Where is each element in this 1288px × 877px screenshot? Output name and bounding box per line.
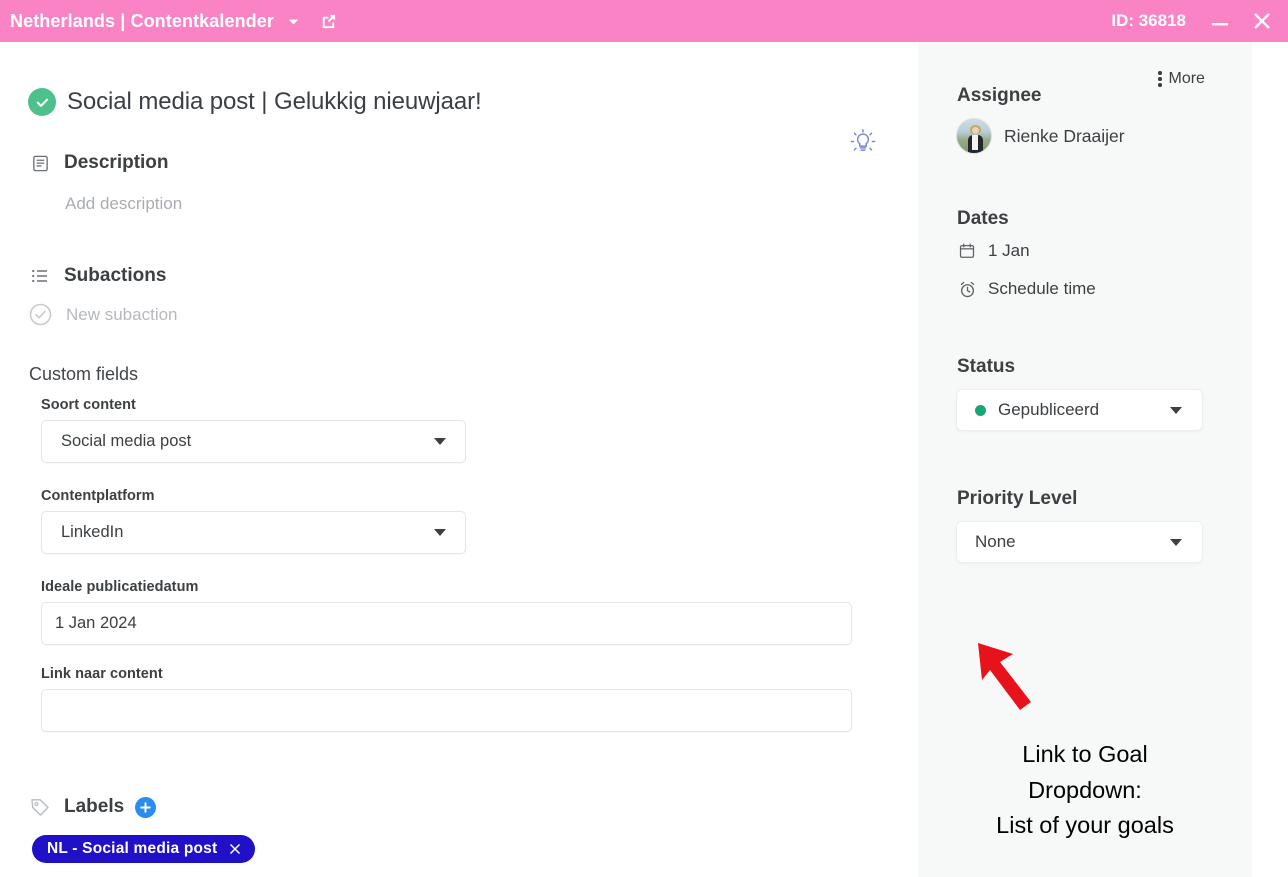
soort-content-select[interactable]: Social media post xyxy=(41,420,466,463)
assignee-row[interactable]: Rienke Draaijer xyxy=(956,118,1125,154)
annotation-line-2: Dropdown: xyxy=(1028,776,1142,803)
task-id-label: ID: 36818 xyxy=(1111,11,1186,30)
more-button[interactable]: More xyxy=(1158,70,1205,88)
external-link-icon[interactable] xyxy=(319,12,338,31)
assignee-name: Rienke Draaijer xyxy=(1004,125,1125,146)
description-icon xyxy=(29,152,51,174)
description-heading: Description xyxy=(64,152,169,173)
status-dot-icon xyxy=(975,404,986,416)
sidebar-right-gutter xyxy=(1252,42,1288,877)
chevron-down-icon[interactable] xyxy=(286,14,301,29)
red-arrow-icon xyxy=(973,640,1065,731)
caret-down-icon xyxy=(434,438,446,445)
close-icon[interactable] xyxy=(228,842,242,856)
annotation-line-1: Link to Goal xyxy=(1022,741,1148,767)
field-label: Link naar content xyxy=(41,666,163,682)
subactions-heading: Subactions xyxy=(64,265,167,286)
caret-down-icon xyxy=(1170,538,1182,546)
subactions-section-header: Subactions xyxy=(29,265,166,287)
dates-heading: Dates xyxy=(957,208,1009,229)
select-value: Social media post xyxy=(61,432,192,450)
task-detail-window: Netherlands | Contentkalender ID: 36818 xyxy=(0,0,1288,877)
plus-circle-icon[interactable] xyxy=(135,796,157,818)
window-body: Social media post | Gelukkig nieuwjaar! xyxy=(0,42,1288,877)
vertical-scrollbar[interactable] xyxy=(903,42,905,877)
priority-select[interactable]: None xyxy=(956,521,1203,563)
new-subaction-row[interactable]: New subaction xyxy=(28,302,178,327)
details-sidebar: More Assignee Rienke Draaijer Dates 1 Ja… xyxy=(918,42,1252,877)
due-date-label: 1 Jan xyxy=(988,241,1030,260)
status-value: Gepubliceerd xyxy=(998,400,1100,419)
labels-section-header: Labels xyxy=(29,796,157,818)
field-contentplatform: Contentplatform LinkedIn xyxy=(41,488,466,554)
schedule-time-label: Schedule time xyxy=(988,279,1096,298)
field-label: Contentplatform xyxy=(41,488,155,504)
annotation-line-3: List of your goals xyxy=(996,812,1174,839)
calendar-icon xyxy=(957,241,977,261)
new-subaction-label: New subaction xyxy=(66,304,178,324)
check-circle-outline-icon[interactable] xyxy=(28,302,53,327)
field-soort-content: Soort content Social media post xyxy=(41,397,466,463)
description-section-header: Description xyxy=(29,152,169,174)
task-title[interactable]: Social media post | Gelukkig nieuwjaar! xyxy=(67,88,482,116)
main-content-panel: Social media post | Gelukkig nieuwjaar! xyxy=(0,42,905,877)
minimize-icon[interactable] xyxy=(1208,9,1232,33)
assignee-heading: Assignee xyxy=(957,85,1042,106)
check-circle-filled-icon[interactable] xyxy=(28,88,56,116)
schedule-time-row[interactable]: Schedule time xyxy=(957,279,1096,299)
priority-value: None xyxy=(975,532,1016,551)
field-ideale-publicatiedatum: Ideale publicatiedatum 1 Jan 2024 xyxy=(41,579,852,645)
priority-heading: Priority Level xyxy=(957,488,1078,509)
link-naar-content-input[interactable] xyxy=(41,689,852,732)
ideale-publicatiedatum-input[interactable]: 1 Jan 2024 xyxy=(41,602,852,645)
status-select[interactable]: Gepubliceerd xyxy=(956,389,1203,431)
field-label: Soort content xyxy=(41,397,136,413)
status-value-group: Gepubliceerd xyxy=(975,400,1099,420)
more-vertical-icon xyxy=(1158,70,1162,88)
field-label: Ideale publicatiedatum xyxy=(41,579,199,595)
custom-fields-heading: Custom fields xyxy=(29,364,139,384)
label-chip[interactable]: NL - Social media post xyxy=(32,835,256,863)
close-icon[interactable] xyxy=(1250,9,1274,33)
tag-icon xyxy=(29,796,51,818)
task-header: Social media post | Gelukkig nieuwjaar! xyxy=(28,88,878,116)
avatar[interactable] xyxy=(956,118,992,154)
description-input[interactable]: Add description xyxy=(65,194,182,214)
label-chip-text: NL - Social media post xyxy=(47,840,218,857)
contentplatform-select[interactable]: LinkedIn xyxy=(41,511,466,554)
field-link-naar-content: Link naar content xyxy=(41,666,852,732)
lightbulb-icon[interactable] xyxy=(845,124,881,160)
due-date-row[interactable]: 1 Jan xyxy=(957,241,1030,261)
status-heading: Status xyxy=(957,356,1016,377)
more-label: More xyxy=(1168,70,1205,87)
caret-down-icon xyxy=(1170,406,1182,414)
select-value: LinkedIn xyxy=(61,523,124,541)
labels-heading: Labels xyxy=(64,796,125,817)
caret-down-icon xyxy=(434,529,446,536)
window-title-bar: Netherlands | Contentkalender ID: 36818 xyxy=(0,0,1288,42)
list-icon xyxy=(29,265,51,287)
annotation-text: Link to Goal Dropdown: List of your goal… xyxy=(918,737,1252,844)
window-title: Netherlands | Contentkalender xyxy=(10,10,274,31)
alarm-clock-icon xyxy=(957,279,977,299)
